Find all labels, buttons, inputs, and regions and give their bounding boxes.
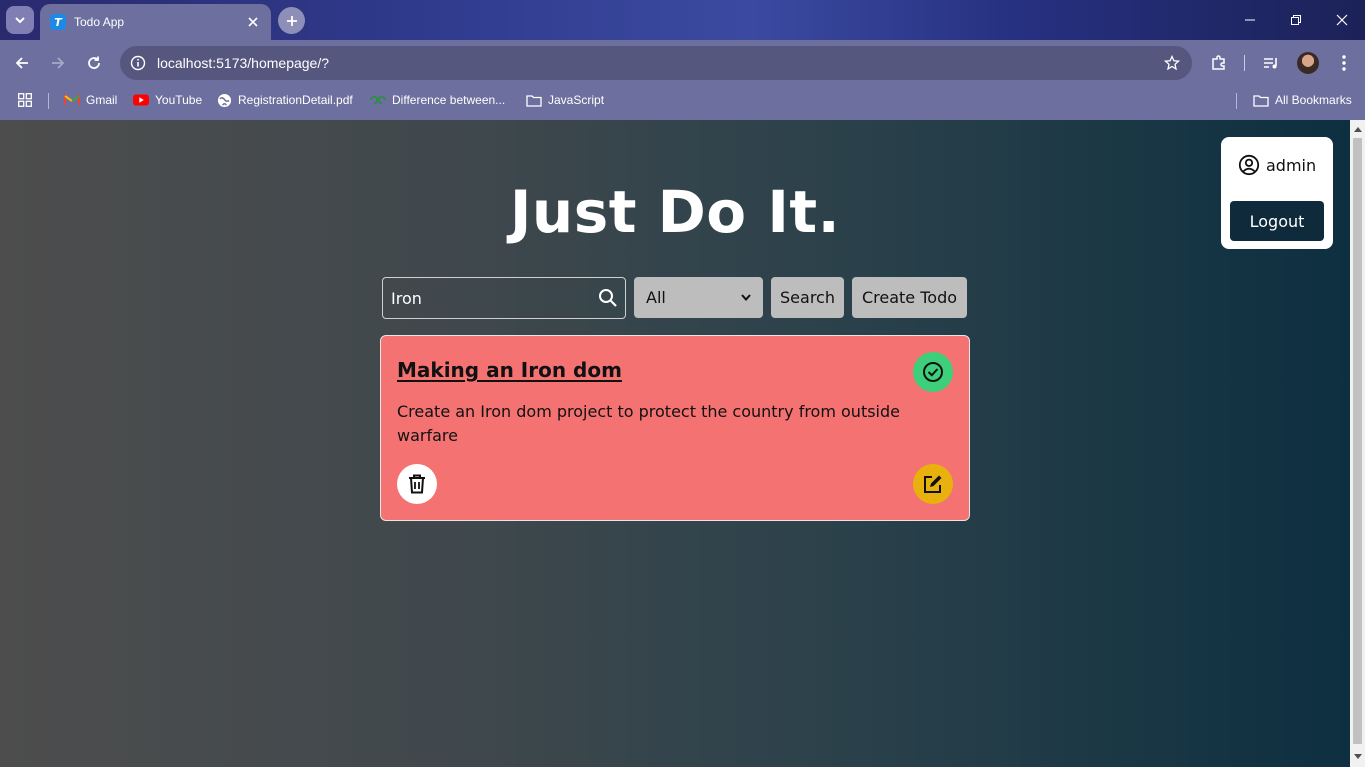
minimize-icon bbox=[1245, 19, 1255, 21]
toolbar-divider bbox=[1243, 48, 1245, 78]
todo-title[interactable]: Making an Iron dom bbox=[397, 358, 622, 382]
bookmark-registration-pdf[interactable]: RegistrationDetail.pdf bbox=[217, 86, 353, 114]
chevron-down-icon bbox=[741, 294, 751, 301]
bookmark-label: JavaScript bbox=[548, 93, 605, 107]
media-controls-button[interactable] bbox=[1256, 48, 1286, 78]
url-text[interactable]: localhost:5173/homepage/? bbox=[156, 55, 1152, 71]
apps-button[interactable] bbox=[18, 86, 32, 114]
create-todo-button[interactable]: Create Todo bbox=[852, 277, 967, 318]
browser-toolbar: localhost:5173/homepage/? bbox=[0, 40, 1365, 86]
restore-button[interactable] bbox=[1273, 0, 1319, 40]
bookmark-star-icon[interactable] bbox=[1152, 55, 1192, 71]
gmail-icon bbox=[64, 94, 80, 105]
bookmarks-divider bbox=[48, 93, 49, 109]
search-icon[interactable] bbox=[591, 288, 625, 308]
bookmark-label: Difference between... bbox=[392, 93, 506, 107]
edit-todo-button[interactable] bbox=[913, 464, 953, 504]
scroll-up-icon[interactable] bbox=[1353, 124, 1362, 134]
bookmark-folder-javascript[interactable]: JavaScript bbox=[526, 86, 604, 114]
reload-button[interactable] bbox=[79, 48, 109, 78]
puzzle-icon bbox=[1212, 55, 1225, 70]
back-button[interactable] bbox=[7, 48, 37, 78]
all-bookmarks-button[interactable]: All Bookmarks bbox=[1253, 86, 1352, 114]
minimize-button[interactable] bbox=[1227, 0, 1273, 40]
bookmark-difference-between[interactable]: Difference between... bbox=[370, 86, 505, 114]
mark-complete-button[interactable] bbox=[913, 352, 953, 392]
apps-grid-icon bbox=[18, 93, 32, 107]
chevron-down-icon bbox=[15, 17, 25, 24]
media-queue-icon bbox=[1264, 58, 1277, 69]
delete-todo-button[interactable] bbox=[397, 464, 437, 504]
kebab-menu-icon bbox=[1342, 55, 1346, 71]
bookmark-gmail[interactable]: Gmail bbox=[64, 86, 117, 114]
reload-icon bbox=[88, 56, 100, 69]
browser-tab-bar: T Todo App bbox=[0, 0, 1365, 40]
gfg-icon bbox=[370, 95, 386, 104]
new-tab-button[interactable] bbox=[278, 7, 305, 34]
plus-icon bbox=[286, 15, 297, 26]
forward-button[interactable] bbox=[43, 48, 73, 78]
profile-button[interactable] bbox=[1293, 48, 1323, 78]
close-window-button[interactable] bbox=[1319, 0, 1365, 40]
bookmark-label: RegistrationDetail.pdf bbox=[238, 93, 353, 107]
close-tab-icon[interactable] bbox=[245, 14, 261, 30]
todo-description: Create an Iron dom project to protect th… bbox=[397, 402, 900, 445]
search-button[interactable]: Search bbox=[771, 277, 844, 318]
scrollbar-thumb[interactable] bbox=[1353, 138, 1362, 744]
address-bar[interactable]: localhost:5173/homepage/? bbox=[120, 46, 1192, 80]
todo-app-page: admin Logout Just Do It. All Search Crea… bbox=[0, 120, 1350, 767]
bookmark-youtube[interactable]: YouTube bbox=[133, 86, 202, 114]
bookmark-label: YouTube bbox=[155, 93, 203, 107]
tab-search-button[interactable] bbox=[6, 6, 34, 34]
page-title: Just Do It. bbox=[509, 178, 841, 246]
user-info: admin bbox=[1238, 154, 1316, 176]
globe-icon bbox=[217, 93, 232, 107]
browser-menu-button[interactable] bbox=[1329, 48, 1359, 78]
bookmarks-divider bbox=[1236, 93, 1237, 109]
bookmark-label: Gmail bbox=[86, 93, 118, 107]
check-circle-icon bbox=[923, 362, 943, 382]
restore-icon bbox=[1291, 15, 1301, 25]
extensions-button[interactable] bbox=[1204, 48, 1234, 78]
todo-card: Making an Iron dom Create an Iron dom pr… bbox=[380, 335, 970, 521]
username: admin bbox=[1266, 155, 1317, 175]
status-filter-select[interactable]: All bbox=[634, 277, 763, 318]
user-circle-icon bbox=[1238, 154, 1260, 176]
browser-tab[interactable]: T Todo App bbox=[40, 4, 271, 40]
site-info-icon[interactable] bbox=[120, 55, 156, 71]
all-bookmarks-label: All Bookmarks bbox=[1275, 93, 1352, 107]
edit-icon bbox=[924, 475, 942, 493]
page-scrollbar[interactable] bbox=[1350, 120, 1365, 767]
arrow-right-icon bbox=[52, 57, 65, 69]
arrow-left-icon bbox=[15, 57, 28, 69]
avatar bbox=[1297, 52, 1319, 74]
app-favicon-icon: T bbox=[50, 14, 66, 30]
trash-icon bbox=[409, 474, 425, 494]
scroll-down-icon[interactable] bbox=[1353, 752, 1362, 762]
search-input[interactable] bbox=[383, 278, 591, 318]
youtube-icon bbox=[133, 94, 149, 106]
bookmarks-bar: Gmail YouTube RegistrationDetail.pdf Dif… bbox=[0, 86, 1365, 120]
folder-icon bbox=[526, 94, 542, 107]
window-controls bbox=[1227, 0, 1365, 40]
filter-selected-value: All bbox=[646, 288, 666, 307]
tab-title: Todo App bbox=[74, 15, 125, 29]
close-icon bbox=[1336, 14, 1348, 26]
search-box bbox=[382, 277, 626, 319]
folder-icon bbox=[1253, 94, 1269, 107]
